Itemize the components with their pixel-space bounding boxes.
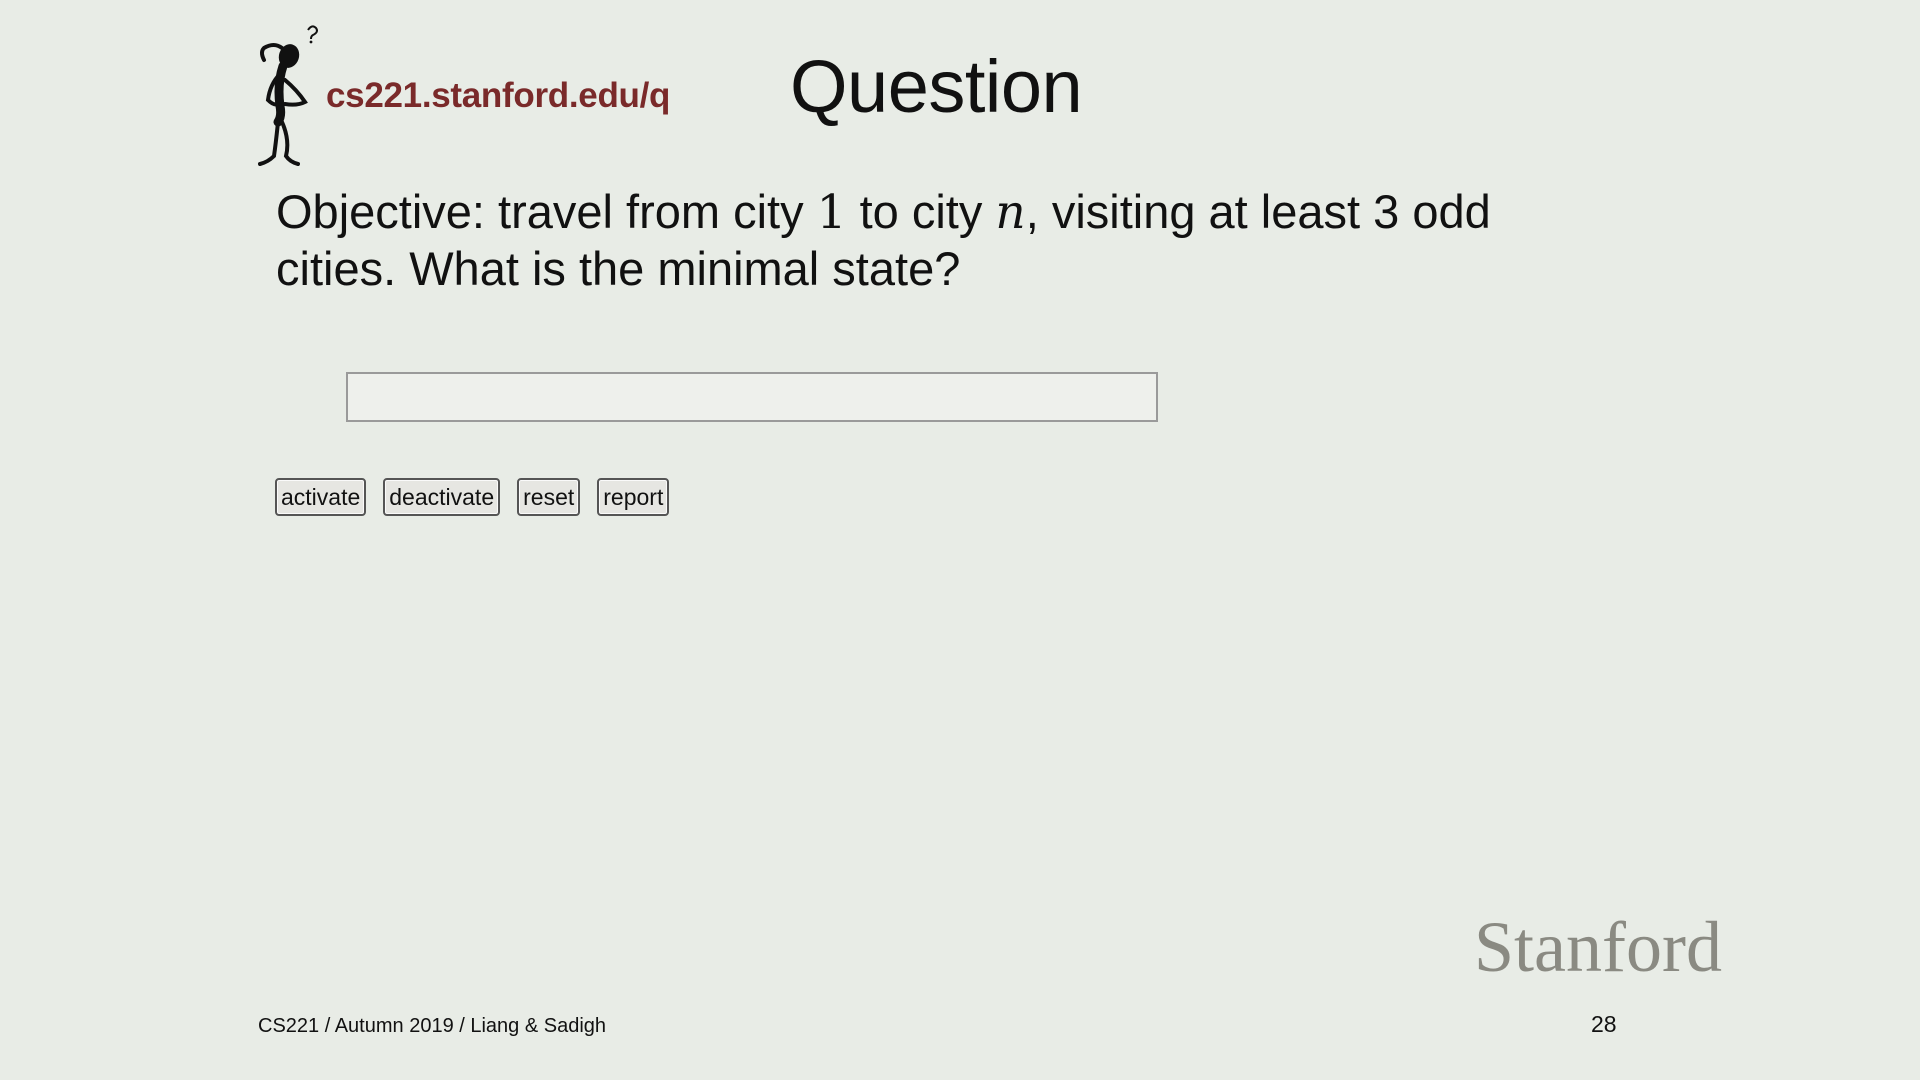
question-middle: to city [846,185,996,238]
slide-title: Question [790,45,1083,128]
question-prefix: Objective: travel from city [276,185,817,238]
deactivate-button[interactable]: deactivate [383,478,501,516]
thinking-figure-icon [258,25,318,166]
page-number: 28 [1591,1011,1617,1037]
course-url: cs221.stanford.edu/q [326,76,671,115]
answer-input[interactable] [346,372,1158,422]
math-start-city: 1 [816,185,847,240]
activate-button[interactable]: activate [275,478,367,516]
question-text: Objective: travel from city 1 to city n,… [276,184,1596,297]
footer-course: CS221 / Autumn 2019 / Liang & Sadigh [258,1015,607,1037]
math-end-city: n [995,185,1026,240]
reset-button[interactable]: reset [517,478,581,516]
response-buttons: activate deactivate reset report [275,478,670,516]
stanford-logo: Stanford [1474,907,1722,987]
report-button[interactable]: report [597,478,670,516]
